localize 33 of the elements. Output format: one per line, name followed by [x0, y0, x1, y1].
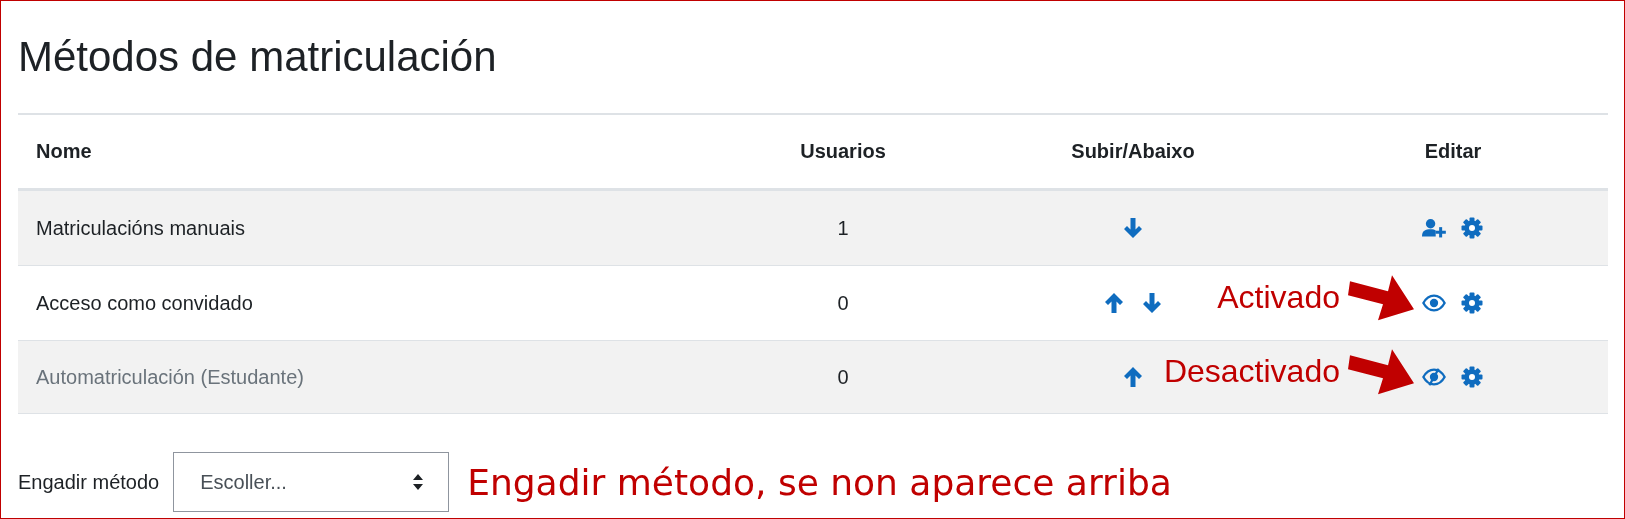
annotation-label: Desactivado	[1163, 352, 1340, 390]
add-user-icon	[1422, 217, 1446, 239]
eye-slash-icon	[1422, 367, 1446, 387]
method-select[interactable]: Escoller...	[173, 452, 450, 512]
method-name: Automatriculación (Estudante)	[35, 365, 305, 389]
column-header: Editar	[1424, 140, 1482, 163]
settings-icon	[1461, 217, 1483, 239]
arrow-up-icon	[1104, 292, 1124, 314]
settings-icon	[1461, 292, 1483, 314]
column-header: Usuarios	[800, 140, 886, 163]
enrol-button[interactable]	[1422, 216, 1446, 240]
annotation-label: Activado	[1217, 278, 1340, 316]
show-button[interactable]	[1422, 365, 1446, 389]
settings-button[interactable]	[1460, 365, 1484, 389]
arrow-down-icon	[1142, 292, 1162, 314]
pointer-arrow-icon	[1348, 347, 1416, 396]
pointer-arrow-icon	[1348, 273, 1416, 322]
arrow-up-icon	[1123, 366, 1143, 388]
user-count: 0	[837, 365, 849, 389]
annotation-note: Engadir método, se non aparece arriba	[467, 461, 1172, 503]
method-name: Acceso como convidado	[35, 291, 254, 315]
arrow-down-icon	[1123, 217, 1143, 239]
user-count: 1	[837, 216, 849, 240]
field-label: Engadir método	[18, 470, 160, 494]
column-header: Subir/Abaixo	[1071, 140, 1195, 163]
sort-caret-icon	[412, 473, 425, 491]
eye-icon	[1422, 293, 1446, 313]
settings-button[interactable]	[1460, 291, 1484, 315]
method-name: Matriculacións manuais	[35, 216, 246, 240]
settings-button[interactable]	[1460, 216, 1484, 240]
column-header: Nome	[35, 140, 92, 163]
settings-icon	[1461, 366, 1483, 388]
user-count: 0	[837, 291, 849, 315]
